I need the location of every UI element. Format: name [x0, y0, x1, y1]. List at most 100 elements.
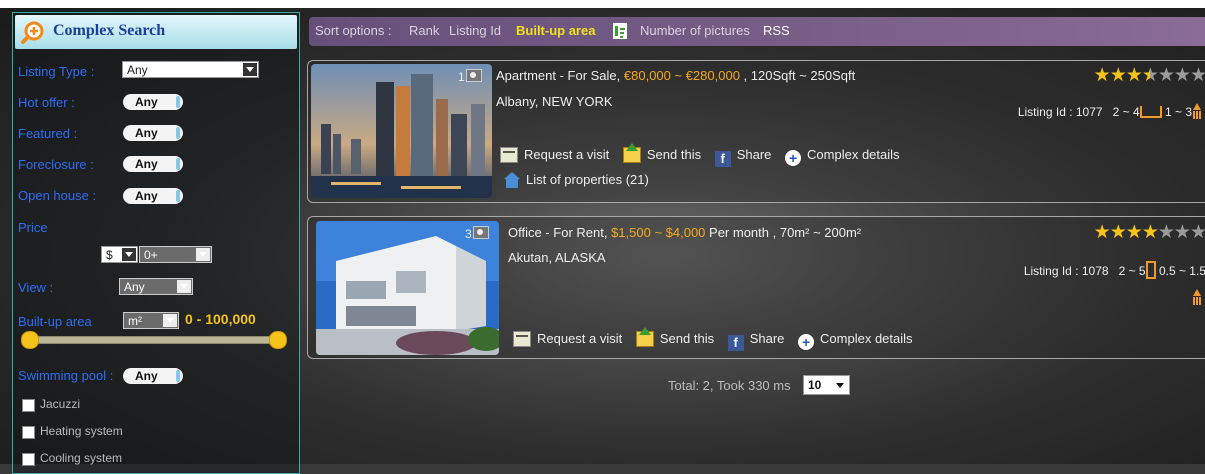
open-house-label: Open house :: [18, 188, 97, 203]
listing-photo[interactable]: [316, 221, 499, 355]
toggle-knob: [176, 370, 180, 382]
jacuzzi-label: Jacuzzi: [40, 397, 81, 411]
listing-card[interactable]: 3 Office - For Rent, $1,500 ~ $4,000 Per…: [307, 216, 1205, 359]
listing-id: Listing Id : 1078: [1023, 264, 1109, 278]
hot-offer-toggle[interactable]: Any: [123, 94, 183, 110]
send-this-button[interactable]: Send this: [635, 327, 715, 347]
bathrooms-range: 1 ~ 3: [1164, 105, 1192, 119]
camera-icon: [465, 69, 482, 82]
listing-card[interactable]: 1 Apartment - For Sale, €80,000 ~ €280,0…: [307, 60, 1205, 203]
builtup-label: Built-up area: [18, 314, 92, 329]
photo-count[interactable]: 3: [465, 226, 489, 241]
sort-ascending-icon[interactable]: [613, 23, 627, 39]
complex-search-panel: Complex Search Listing Type : Any Hot of…: [12, 12, 300, 474]
half-star-icon: ★: [1141, 64, 1159, 86]
open-house-value: Any: [135, 189, 158, 203]
envelope-icon: [635, 327, 654, 347]
building-photo: [316, 221, 499, 355]
open-house-toggle[interactable]: Any: [123, 188, 183, 204]
price-value: 0+: [144, 248, 158, 262]
listing-id: Listing Id : 1077: [1017, 105, 1103, 119]
request-visit-button[interactable]: Request a visit: [513, 331, 622, 347]
builtup-range: 0 - 100,000: [185, 311, 256, 327]
facebook-icon: f: [714, 151, 731, 167]
photo-count-value: 1: [458, 70, 465, 84]
cooling-system-label: Cooling system: [40, 451, 123, 465]
sort-bar: Sort options : Rank Listing Id Built-up …: [309, 17, 1205, 46]
list-of-properties-link[interactable]: List of properties (21): [504, 172, 649, 188]
star-icon: ★: [1125, 221, 1143, 243]
chevron-down-icon: [122, 248, 136, 261]
page-size-select[interactable]: 10: [803, 375, 850, 395]
rss-link[interactable]: RSS: [763, 23, 790, 38]
listing-type-value: Any: [127, 63, 148, 77]
listing-title[interactable]: Apartment - For Sale, €80,000 ~ €280,000…: [496, 68, 855, 83]
swimming-pool-label: Swimming pool :: [18, 368, 114, 383]
calendar-icon: [513, 331, 531, 347]
slider-handle-max[interactable]: [269, 331, 287, 349]
listing-area: , 120Sqft ~ 250Sqft: [739, 68, 856, 83]
cooling-system-checkbox[interactable]: [22, 453, 35, 466]
toggle-knob: [176, 96, 180, 108]
listing-type-select[interactable]: Any: [122, 61, 259, 78]
door-icon: [1145, 261, 1156, 279]
listing-type: Apartment - For Sale,: [496, 68, 624, 83]
chevron-down-icon: [177, 280, 191, 293]
sort-rank-link[interactable]: Rank: [409, 23, 439, 38]
sort-builtup-link[interactable]: Built-up area: [516, 23, 595, 38]
star-icon: ★: [1093, 221, 1111, 243]
price-select[interactable]: 0+: [139, 246, 212, 263]
share-label: Share: [749, 331, 785, 346]
bedrooms-range: 2 ~ 5: [1118, 264, 1146, 278]
request-visit-label: Request a visit: [524, 147, 610, 162]
star-icon: ★: [1157, 64, 1175, 86]
share-label: Share: [736, 147, 772, 162]
toggle-knob: [176, 127, 180, 139]
swimming-pool-value: Any: [135, 369, 158, 383]
panel-header: Complex Search: [15, 15, 297, 49]
rating-stars: ★★★★★★★: [1094, 221, 1205, 243]
sort-listing-id-link[interactable]: Listing Id: [449, 23, 501, 38]
listing-type-label: Listing Type :: [18, 64, 95, 79]
send-this-label: Send this: [646, 147, 702, 162]
house-icon: [504, 172, 520, 188]
view-select[interactable]: Any: [119, 278, 193, 295]
share-button[interactable]: f Share: [714, 147, 772, 167]
listing-location: Albany, NEW YORK: [496, 94, 613, 109]
request-visit-button[interactable]: Request a visit: [500, 147, 610, 163]
builtup-slider[interactable]: [21, 331, 287, 349]
listing-photo[interactable]: [311, 64, 492, 198]
listing-info: Listing Id : 1078 2 ~ 5 0.5 ~ 1.5: [1024, 261, 1205, 279]
foreclosure-toggle[interactable]: Any: [123, 156, 183, 172]
facebook-icon: f: [727, 335, 744, 351]
listing-title[interactable]: Office - For Rent, $1,500 ~ $4,000 Per m…: [508, 225, 861, 240]
jacuzzi-checkbox[interactable]: [22, 399, 35, 412]
shower-icon: [1192, 289, 1202, 305]
slider-handle-min[interactable]: [21, 331, 39, 349]
star-icon: ★: [1157, 221, 1175, 243]
heating-system-label: Heating system: [40, 424, 123, 438]
currency-select[interactable]: $: [101, 246, 138, 263]
toggle-knob: [176, 158, 180, 170]
calendar-icon: [500, 147, 518, 163]
star-icon: ★: [1141, 221, 1159, 243]
swimming-pool-toggle[interactable]: Any: [123, 368, 183, 384]
sort-pictures-link[interactable]: Number of pictures: [640, 23, 750, 38]
listing-price: €80,000 ~ €280,000: [623, 68, 740, 83]
star-icon: ★: [1109, 221, 1127, 243]
send-this-button[interactable]: Send this: [622, 143, 702, 163]
photo-count-value: 3: [465, 227, 472, 241]
send-this-label: Send this: [659, 331, 715, 346]
star-icon: ★: [1189, 221, 1205, 243]
camera-icon: [472, 226, 489, 239]
hot-offer-label: Hot offer :: [18, 95, 75, 110]
star-icon: ★: [1093, 64, 1111, 86]
share-button[interactable]: f Share: [727, 331, 785, 351]
builtup-unit-select[interactable]: m²: [123, 312, 179, 329]
complex-details-button[interactable]: + Complex details: [798, 331, 913, 350]
heating-system-checkbox[interactable]: [22, 426, 35, 439]
complex-details-button[interactable]: + Complex details: [785, 147, 900, 166]
photo-count[interactable]: 1: [458, 69, 482, 84]
featured-toggle[interactable]: Any: [123, 125, 183, 141]
view-label: View :: [18, 280, 54, 295]
